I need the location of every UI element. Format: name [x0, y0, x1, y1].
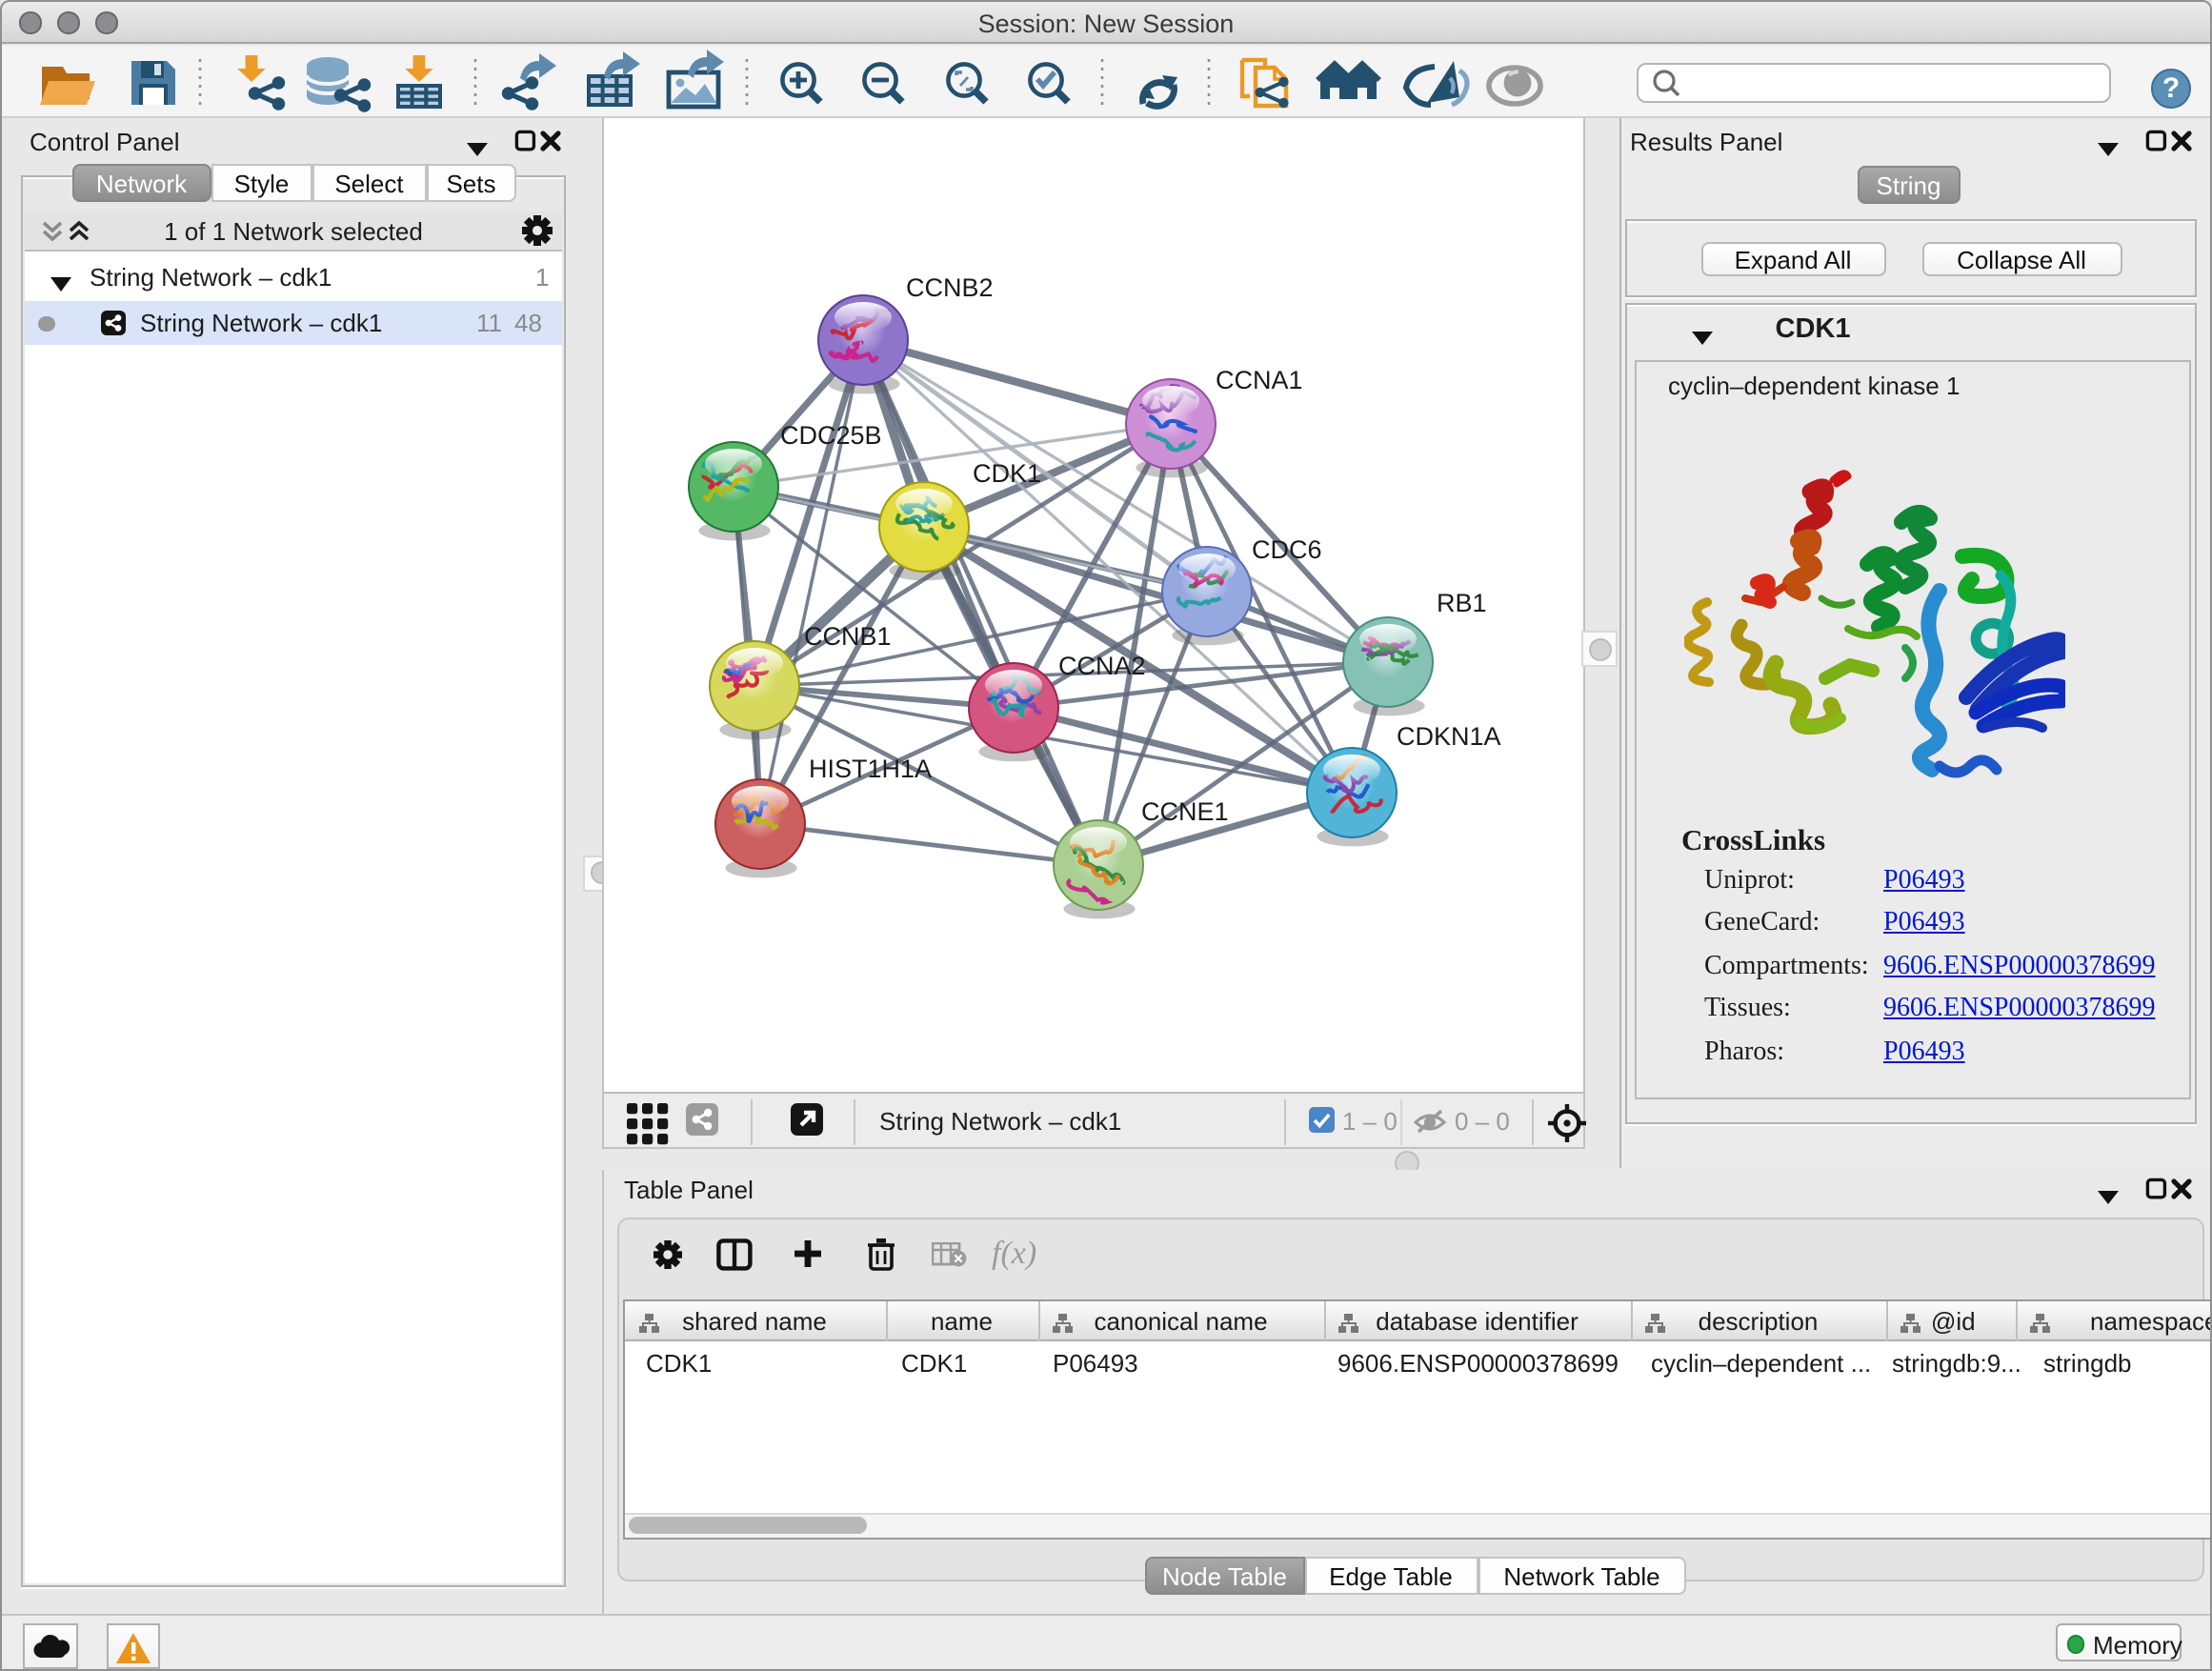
svg-text:CDK1: CDK1	[972, 459, 1040, 488]
svg-text:CDC6: CDC6	[1251, 535, 1321, 564]
svg-text:CDKN1A: CDKN1A	[1396, 722, 1500, 751]
svg-text:RB1: RB1	[1436, 589, 1486, 617]
svg-text:CCNE1: CCNE1	[1140, 797, 1228, 826]
svg-text:CCNA1: CCNA1	[1215, 366, 1302, 394]
svg-text:CCNB2: CCNB2	[905, 273, 993, 302]
svg-text:HIST1H1A: HIST1H1A	[808, 755, 931, 783]
svg-text:CDC25B: CDC25B	[779, 421, 881, 450]
svg-text:CCNA2: CCNA2	[1057, 652, 1145, 680]
svg-text:CCNB1: CCNB1	[803, 622, 891, 651]
